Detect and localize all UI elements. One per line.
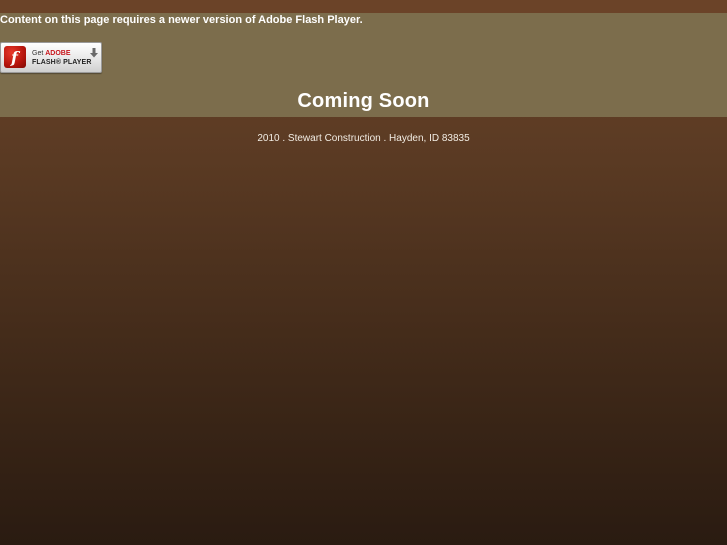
get-flash-player-button[interactable]: f Get ADOBE FLASH® PLAYER bbox=[0, 42, 102, 73]
coming-soon-heading: Coming Soon bbox=[297, 90, 430, 112]
adobe-flash-icon: f bbox=[4, 46, 26, 68]
badge-get-label: Get bbox=[32, 50, 44, 57]
download-arrow-icon bbox=[90, 45, 98, 58]
badge-brand-label: ADOBE bbox=[45, 50, 71, 57]
flash-required-message: Content on this page requires a newer ve… bbox=[0, 14, 363, 26]
get-flash-badge-text: Get ADOBE FLASH® PLAYER bbox=[32, 49, 91, 67]
top-strip bbox=[0, 0, 727, 13]
badge-product-label: FLASH® PLAYER bbox=[32, 59, 92, 66]
svg-text:f: f bbox=[10, 48, 21, 67]
footer-copyright: 2010 . Stewart Construction . Hayden, ID… bbox=[257, 133, 470, 144]
